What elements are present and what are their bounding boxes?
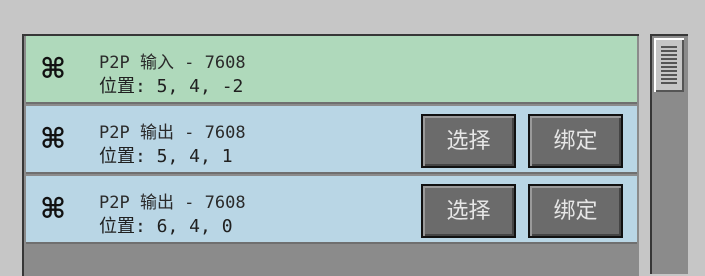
- bind-button[interactable]: 绑定: [528, 184, 623, 238]
- network-icon: ⌘: [40, 52, 66, 85]
- scrollbar[interactable]: [650, 34, 688, 274]
- select-button[interactable]: 选择: [421, 184, 516, 238]
- list-item-output[interactable]: ⌘ P2P 输出 - 7608 位置: 6, 4, 0 选择 绑定: [26, 176, 637, 244]
- entry-position: 位置: 5, 4, 1: [99, 146, 233, 167]
- entry-list: ⌘ P2P 输入 - 7608 位置: 5, 4, -2 ⌘ P2P 输出 - …: [22, 34, 639, 276]
- scrollbar-thumb[interactable]: [654, 38, 684, 92]
- select-button[interactable]: 选择: [421, 114, 516, 168]
- entry-title: P2P 输出 - 7608: [99, 123, 246, 143]
- entry-title: P2P 输出 - 7608: [99, 193, 246, 213]
- list-item-input[interactable]: ⌘ P2P 输入 - 7608 位置: 5, 4, -2: [26, 36, 637, 104]
- entry-position: 位置: 6, 4, 0: [99, 216, 233, 237]
- entry-title: P2P 输入 - 7608: [99, 53, 246, 73]
- grip-icon: [661, 46, 677, 84]
- network-icon: ⌘: [40, 192, 66, 225]
- bind-button[interactable]: 绑定: [528, 114, 623, 168]
- network-icon: ⌘: [40, 122, 66, 155]
- list-item-output[interactable]: ⌘ P2P 输出 - 7608 位置: 5, 4, 1 选择 绑定: [26, 106, 637, 174]
- frame-border: [688, 34, 705, 274]
- entry-position: 位置: 5, 4, -2: [99, 76, 244, 97]
